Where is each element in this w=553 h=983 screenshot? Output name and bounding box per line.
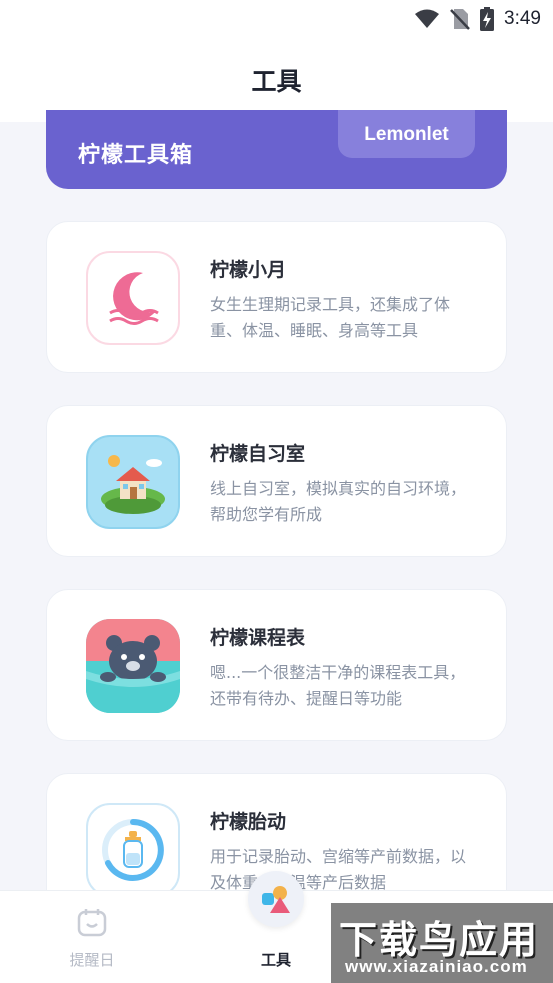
tool-card-study-room[interactable]: 柠檬自习室 线上自习室，模拟真实的自习环境，帮助您学有所成 [46,405,507,557]
card-description: 嗯...一个很整洁干净的课程表工具，还带有待办、提醒日等功能 [210,663,466,708]
card-description: 女生生理期记录工具，还集成了体重、体温、睡眠、身高等工具 [210,295,451,340]
tab-label: 提醒日 [69,951,115,969]
status-icons: 3:49 [414,6,541,32]
watermark-url: www.xiazainiao.com [345,957,528,976]
toolbox-banner[interactable]: 柠檬工具箱 Lemonlet [46,110,507,189]
brand-badge: Lemonlet [338,110,475,158]
wifi-icon [415,9,440,28]
card-title: 柠檬自习室 [210,443,306,465]
card-description: 线上自习室，模拟真实的自习环境，帮助您学有所成 [210,479,467,524]
status-time: 3:49 [504,8,541,29]
tab-label: 工具 [260,951,291,969]
watermark: 下载鸟应用 www.xiazainiao.com [331,903,553,983]
banner-title: 柠檬工具箱 [78,143,194,168]
tools-bubble [248,871,304,927]
tool-card-period[interactable]: 柠檬小月 女生生理期记录工具，还集成了体重、体温、睡眠、身高等工具 [46,221,507,373]
battery-charging-icon [480,7,495,31]
bear-icon [86,619,180,713]
watermark-text: 下载鸟应用 [339,918,540,962]
no-sim-icon [450,9,470,30]
shapes-icon [262,886,290,913]
baby-bottle-icon [86,803,180,897]
page-title: 工具 [251,67,302,96]
status-bar: 3:49 [0,0,553,38]
card-title: 柠檬胎动 [210,811,287,833]
moon-waves-icon [86,251,180,345]
tab-tools[interactable]: 工具 [226,871,326,983]
calendar-face-icon [77,909,107,937]
card-title: 柠檬小月 [210,259,287,281]
tool-card-timetable[interactable]: 柠檬课程表 嗯...一个很整洁干净的课程表工具，还带有待办、提醒日等功能 [46,589,507,741]
card-title: 柠檬课程表 [210,627,306,649]
tab-reminder[interactable]: 提醒日 [40,891,144,983]
house-island-icon [86,435,180,529]
